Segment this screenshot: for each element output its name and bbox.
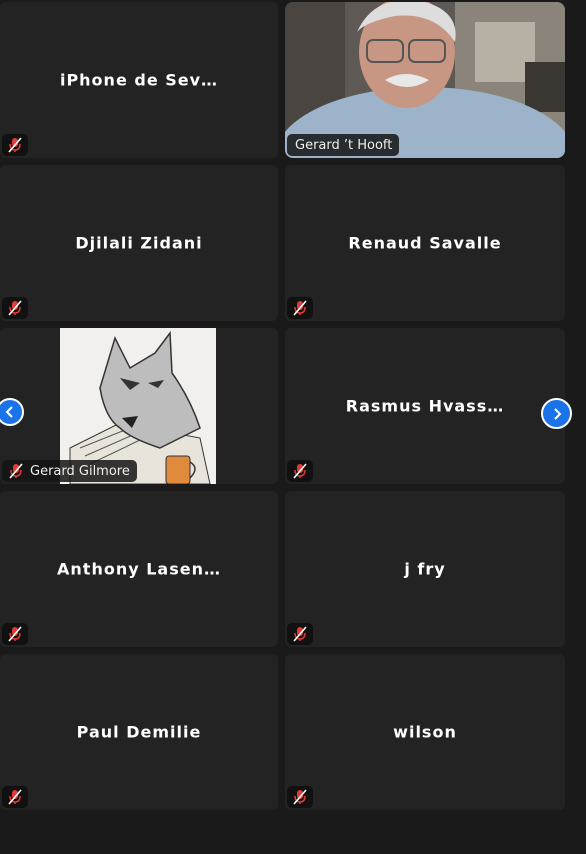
mic-off-icon [2, 623, 28, 645]
mic-off-icon [2, 786, 28, 808]
participant-name: Renaud Savalle [348, 233, 502, 253]
mic-off-icon [287, 623, 313, 645]
participant-tile[interactable]: j fry [285, 491, 565, 647]
mic-off-icon [287, 297, 313, 319]
mic-off-icon [6, 463, 26, 479]
participant-name: Gerard Gilmore [30, 463, 130, 479]
chevron-left-icon [5, 406, 13, 418]
mic-off-icon [2, 134, 28, 156]
participant-tile[interactable]: Djilali Zidani [0, 165, 278, 321]
participant-video-tile[interactable]: Gerard Gilmore [0, 328, 278, 484]
participant-name: iPhone de Sev… [59, 70, 219, 90]
participant-tile[interactable]: iPhone de Sev… [0, 2, 278, 158]
participant-name: Djilali Zidani [75, 233, 203, 253]
participant-name: j fry [404, 559, 446, 579]
chevron-right-icon [553, 407, 561, 420]
participant-tile[interactable]: Paul Demilie [0, 654, 278, 810]
participant-video-tile[interactable]: Gerard ’t Hooft [285, 2, 565, 158]
participant-tile[interactable]: Rasmus Hvass… [285, 328, 565, 484]
mic-off-icon [287, 786, 313, 808]
mic-off-icon [287, 460, 313, 482]
participant-name: Gerard ’t Hooft [295, 137, 393, 153]
participant-tile[interactable]: wilson [285, 654, 565, 810]
next-page-button[interactable] [541, 398, 572, 429]
participant-tile[interactable]: Anthony Lasen… [0, 491, 278, 647]
participant-name: Paul Demilie [76, 722, 202, 742]
participant-name: Anthony Lasen… [57, 559, 221, 579]
participant-name: Rasmus Hvass… [345, 396, 505, 416]
participant-tile[interactable]: Renaud Savalle [285, 165, 565, 321]
participant-name-tag: Gerard ’t Hooft [287, 134, 400, 156]
participant-name: wilson [393, 722, 457, 742]
mic-off-icon [2, 297, 28, 319]
participant-name-tag: Gerard Gilmore [2, 460, 137, 482]
